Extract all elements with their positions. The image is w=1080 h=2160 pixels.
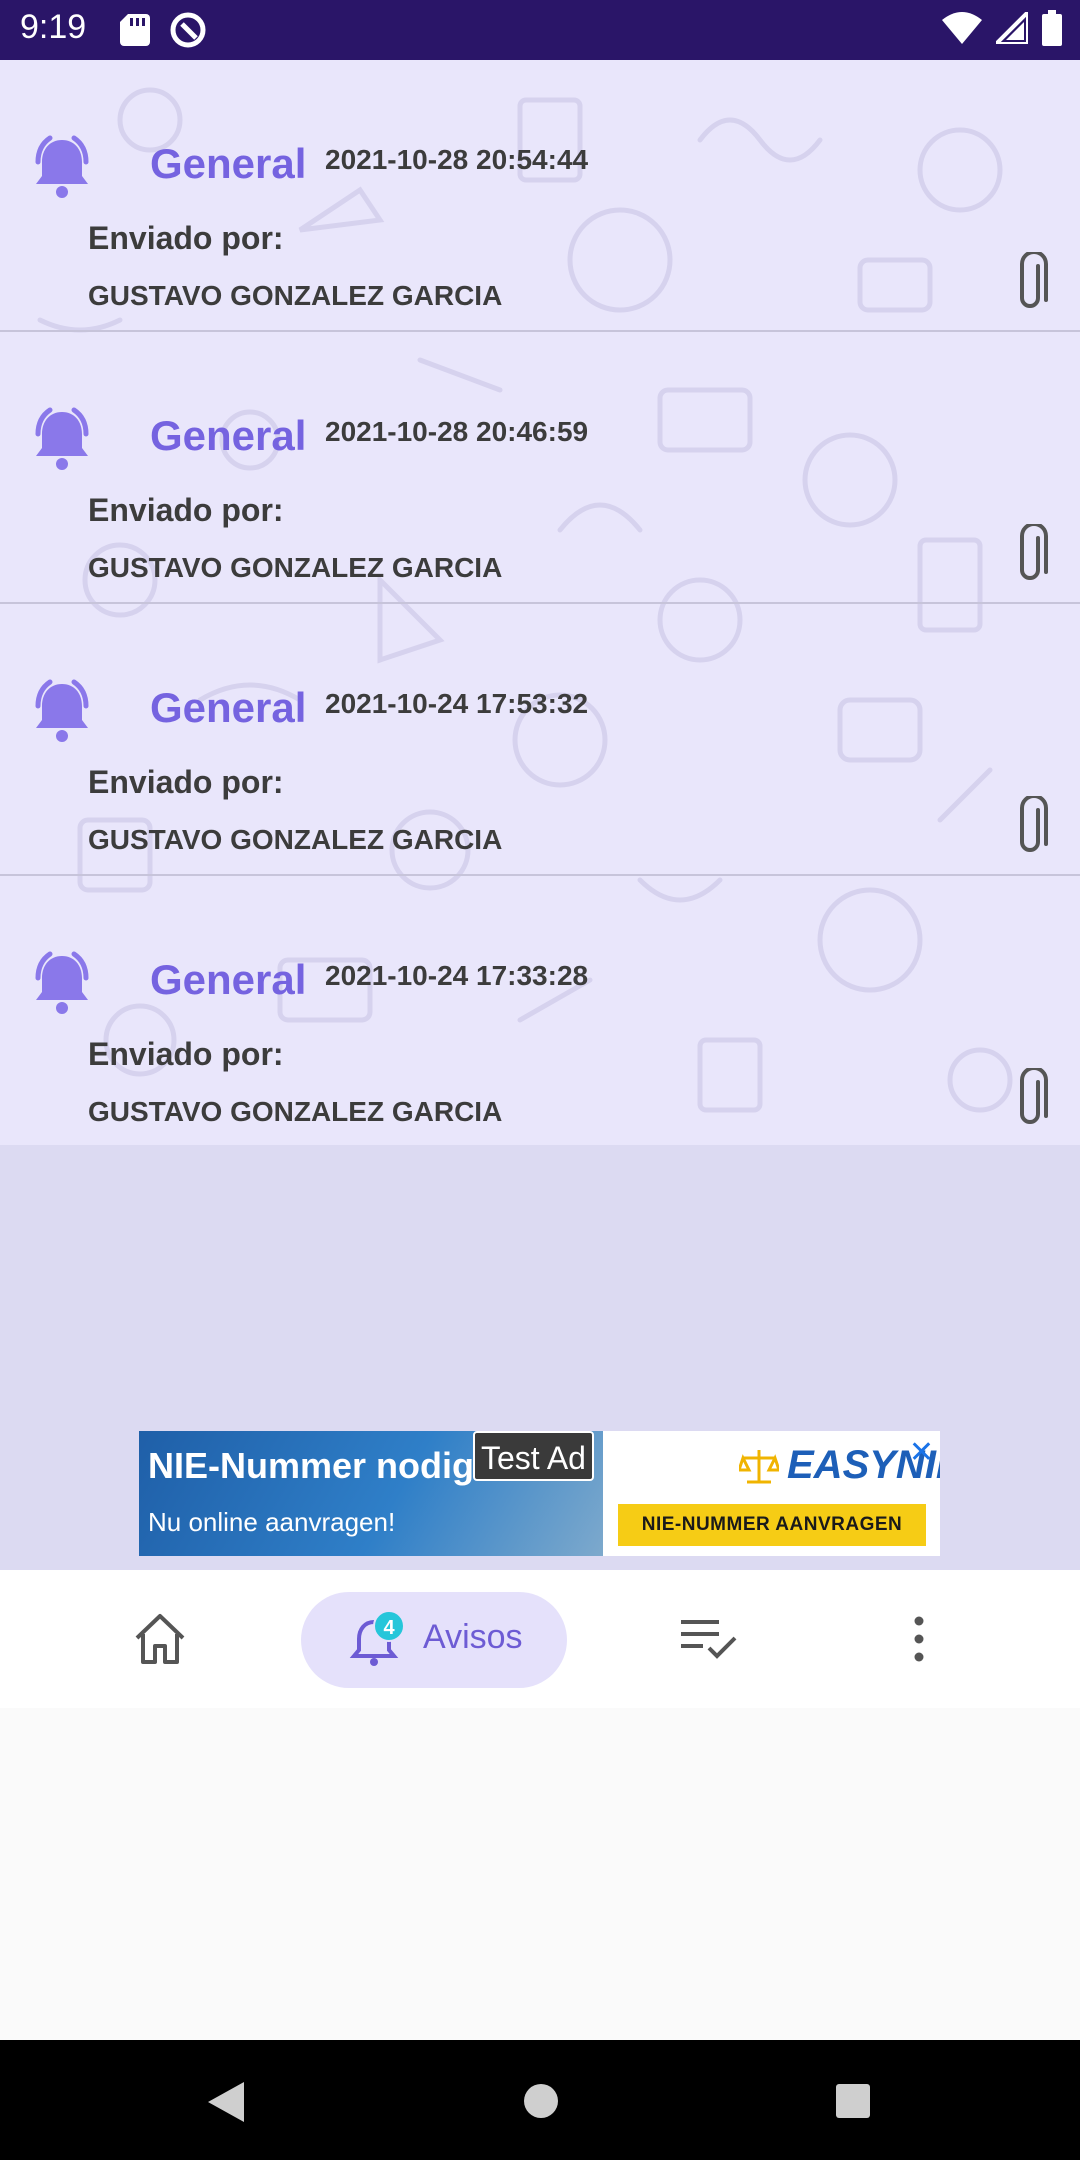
more-vert-icon[interactable]: [904, 1614, 934, 1664]
recent-apps-icon[interactable]: [834, 2082, 872, 2120]
notice-list[interactable]: General 2021-10-28 20:54:44 Enviado por:…: [0, 60, 1080, 1145]
system-navigation-bar: [0, 2040, 1080, 2160]
status-right-icons: [942, 10, 1062, 46]
back-icon[interactable]: [206, 2080, 246, 2124]
tab-avisos-label: Avisos: [423, 1618, 523, 1656]
status-time: 9:19: [20, 8, 87, 46]
notice-item[interactable]: General 2021-10-24 17:33:28 Enviado por:…: [0, 876, 1080, 1145]
notice-date: 2021-10-24 17:33:28: [325, 960, 589, 991]
status-bar: 9:19: [0, 0, 1080, 60]
notice-item[interactable]: General 2021-10-28 20:54:44 Enviado por:…: [0, 60, 1080, 332]
attachment-icon[interactable]: [1010, 524, 1052, 588]
notice-date: 2021-10-28 20:46:59: [325, 416, 589, 447]
ad-cta-button[interactable]: NIE-NUMMER AANVRAGEN: [618, 1504, 926, 1546]
ad-subline: Nu online aanvragen!: [148, 1507, 396, 1537]
notice-title: General: [150, 140, 307, 187]
bottom-navigation: 4 Avisos: [0, 1570, 1080, 1708]
notification-count-badge: 4: [373, 1610, 405, 1642]
attachment-icon[interactable]: [1010, 1068, 1052, 1132]
notice-title: General: [150, 684, 307, 731]
wifi-icon: [942, 12, 982, 44]
test-ad-badge: Test Ad: [473, 1431, 594, 1481]
attachment-icon[interactable]: [1010, 252, 1052, 316]
ad-close-icon[interactable]: ✕: [909, 1435, 934, 1470]
sender-name: GUSTAVO GONZALEZ GARCIA: [88, 824, 503, 855]
sent-by-label: Enviado por:: [88, 220, 284, 256]
sd-card-icon: [120, 14, 150, 46]
signal-icon: [996, 12, 1028, 44]
notification-bell-icon: [35, 135, 89, 198]
attachment-icon[interactable]: [1010, 796, 1052, 860]
battery-icon: [1042, 10, 1062, 46]
notice-title: General: [150, 412, 307, 459]
sender-name: GUSTAVO GONZALEZ GARCIA: [88, 552, 503, 583]
sent-by-label: Enviado por:: [88, 764, 284, 800]
sent-by-label: Enviado por:: [88, 1036, 284, 1072]
sent-by-label: Enviado por:: [88, 492, 284, 528]
ad-headline: NIE-Nummer nodig: [148, 1445, 475, 1486]
content-area: General 2021-10-28 20:54:44 Enviado por:…: [0, 60, 1080, 1570]
sender-name: GUSTAVO GONZALEZ GARCIA: [88, 1096, 503, 1127]
task-list-icon[interactable]: [679, 1616, 737, 1662]
ad-banner[interactable]: NIE-Nummer nodig Nu online aanvragen! Te…: [139, 1431, 940, 1556]
notice-item[interactable]: General 2021-10-28 20:46:59 Enviado por:…: [0, 332, 1080, 604]
home-icon[interactable]: [131, 1612, 189, 1666]
notice-title: General: [150, 956, 307, 1003]
notification-bell-icon: [35, 679, 89, 742]
tab-avisos[interactable]: 4 Avisos: [301, 1592, 567, 1688]
notification-bell-icon: [35, 407, 89, 470]
notice-item[interactable]: General 2021-10-24 17:53:32 Enviado por:…: [0, 604, 1080, 876]
home-circle-icon[interactable]: [522, 2082, 560, 2120]
data-saver-icon: [170, 12, 206, 48]
notice-date: 2021-10-24 17:53:32: [325, 688, 589, 719]
scales-icon: [739, 1449, 779, 1483]
sender-name: GUSTAVO GONZALEZ GARCIA: [88, 280, 503, 311]
notification-bell-icon: [35, 951, 89, 1014]
notice-date: 2021-10-28 20:54:44: [325, 144, 589, 175]
